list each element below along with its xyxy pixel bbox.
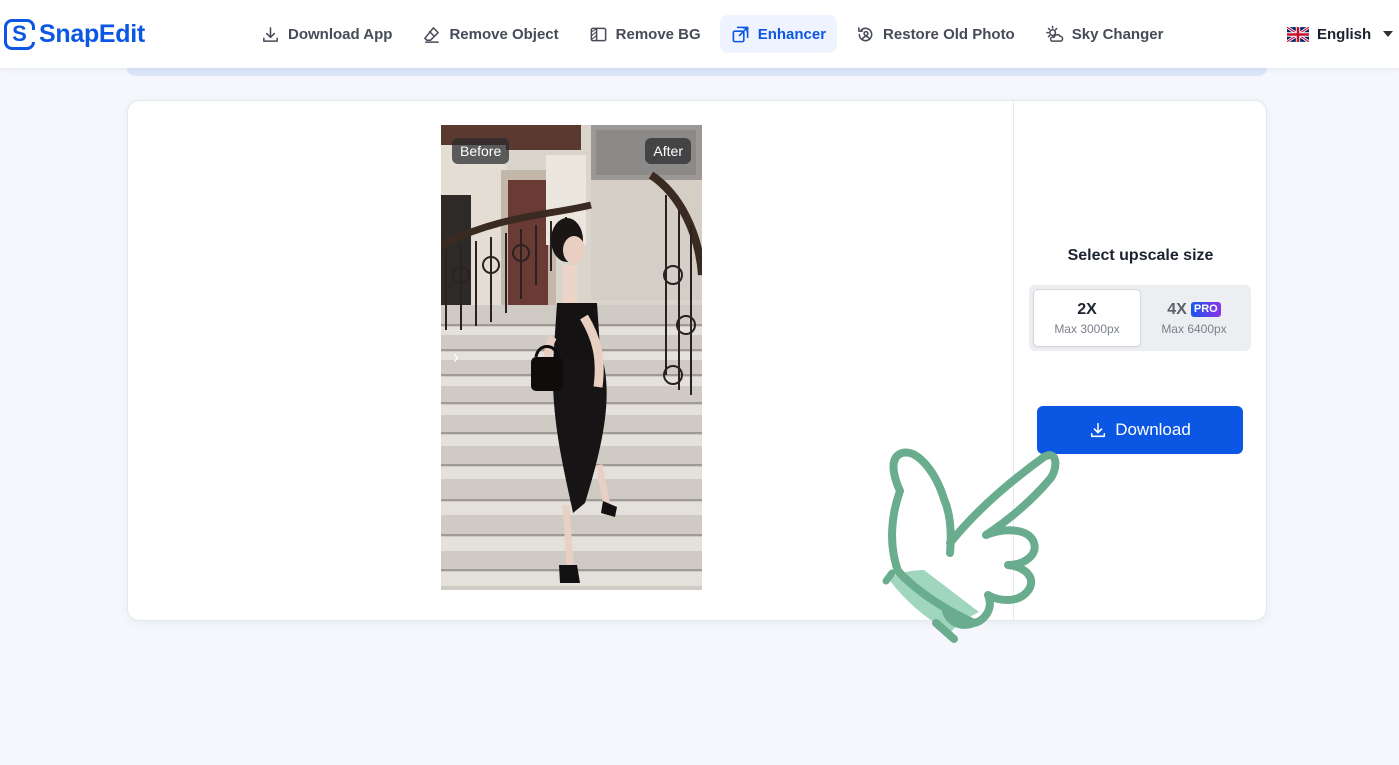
logo-mark-icon: S (4, 18, 38, 50)
header-accent-strip (127, 68, 1267, 76)
option-label: 2X (1077, 301, 1097, 319)
nav-sky-changer[interactable]: Sky Changer (1034, 15, 1175, 53)
nav-label: Restore Old Photo (883, 25, 1015, 43)
before-after-photo[interactable]: Before After › (441, 125, 702, 590)
restore-icon (858, 26, 873, 41)
photo-image (441, 125, 702, 590)
upscale-option-4x[interactable]: 4X PRO Max 6400px (1141, 289, 1247, 347)
option-label-text: 4X (1167, 300, 1187, 318)
nav-remove-object[interactable]: Remove Object (411, 15, 569, 53)
upscale-size-selector: 2X Max 3000px 4X PRO Max 6400px (1029, 285, 1251, 351)
nav-label: Enhancer (757, 25, 827, 43)
option-sub: Max 6400px (1161, 321, 1227, 336)
option-sub: Max 3000px (1054, 321, 1120, 336)
nav-enhancer[interactable]: Enhancer (719, 15, 838, 53)
main-nav: Download App Remove Object Remove BG Enh… (250, 15, 1175, 53)
option-label: 4X PRO (1167, 300, 1221, 319)
sky-icon (1045, 25, 1064, 42)
download-icon (1091, 422, 1106, 438)
upscale-title: Select upscale size (1067, 247, 1214, 264)
after-label: After (645, 138, 691, 164)
brand-name: SnapEdit (39, 19, 145, 48)
language-selector[interactable]: English (1287, 24, 1394, 44)
remove-bg-icon (590, 27, 607, 41)
nav-label: Download App (288, 25, 393, 43)
uk-flag-icon (1287, 26, 1309, 42)
nav-label: Sky Changer (1071, 25, 1164, 43)
language-label: English (1317, 25, 1372, 43)
nav-remove-bg[interactable]: Remove BG (578, 15, 712, 53)
nav-download-app[interactable]: Download App (250, 15, 403, 53)
pro-badge: PRO (1190, 302, 1221, 317)
upscale-option-2x[interactable]: 2X Max 3000px (1033, 289, 1141, 347)
option-label-text: 2X (1077, 300, 1097, 318)
download-icon (263, 26, 278, 42)
chevron-down-icon (1383, 31, 1394, 37)
download-label: Download (1115, 420, 1191, 439)
editor-card: Before After › Select upscale size 2X Ma… (127, 100, 1267, 621)
nav-label: Remove BG (615, 25, 701, 43)
brand-logo[interactable]: S SnapEdit (4, 16, 145, 52)
enhance-icon (732, 26, 749, 42)
chevron-right-icon[interactable]: › (453, 347, 467, 367)
before-label: Before (452, 138, 510, 164)
panel-divider (1013, 101, 1014, 620)
nav-restore-old-photo[interactable]: Restore Old Photo (845, 15, 1026, 53)
nav-label: Remove Object (449, 25, 559, 43)
download-button[interactable]: Download (1037, 406, 1243, 454)
eraser-icon (424, 26, 440, 43)
top-header: S SnapEdit Download App Remove Object Re… (0, 0, 1399, 68)
